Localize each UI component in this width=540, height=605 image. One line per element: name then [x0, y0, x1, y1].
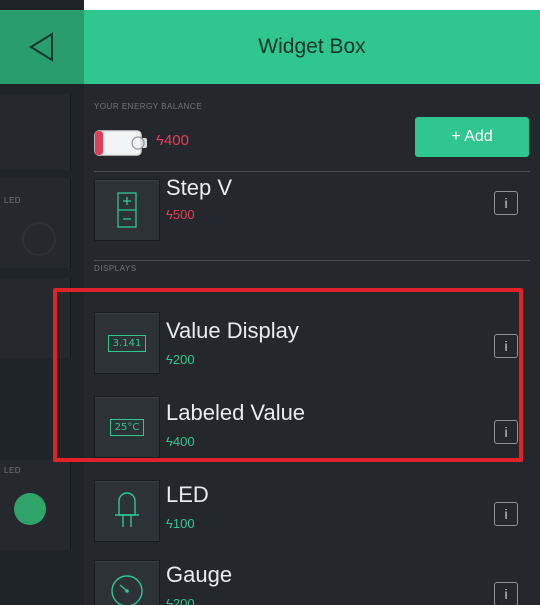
widget-box-screen: LED LED Widget Box YOUR ENERGY BALANCE ϟ… [0, 0, 540, 605]
widget-name: LED [166, 482, 209, 507]
widget-price: ϟ100 [166, 516, 195, 531]
widget-price: ϟ200 [166, 596, 195, 605]
widget-box-header: Widget Box [84, 10, 540, 84]
step-v-icon [117, 192, 137, 228]
background-led-label: LED [4, 466, 22, 475]
battery-icon [94, 130, 147, 156]
background-led-indicator [14, 493, 46, 525]
led-tile [94, 480, 160, 542]
back-arrow-icon [29, 32, 53, 62]
back-button[interactable] [0, 10, 84, 84]
info-button[interactable]: i [494, 582, 518, 605]
widget-row-step-v[interactable]: Step V ϟ500 i [84, 171, 540, 261]
highlight-annotation-box [53, 288, 523, 462]
info-button[interactable]: i [494, 502, 518, 526]
step-v-tile [94, 179, 160, 241]
divider [94, 260, 530, 261]
energy-balance-value: ϟ400 [156, 132, 189, 149]
gauge-tile [94, 560, 160, 605]
add-energy-button[interactable]: + Add [415, 117, 529, 157]
widget-row-gauge[interactable]: Gauge ϟ200 i [84, 550, 540, 605]
page-title: Widget Box [258, 35, 366, 58]
widget-price: ϟ500 [166, 207, 195, 222]
widget-name: Step V [166, 175, 233, 200]
background-ring [22, 222, 56, 256]
background-widget-panel [0, 94, 71, 170]
background-led-label: LED [4, 196, 22, 205]
led-icon [115, 492, 139, 527]
widget-name: Gauge [166, 562, 233, 587]
gauge-icon [111, 575, 143, 605]
info-button[interactable]: i [494, 191, 518, 215]
section-label-displays: DISPLAYS [94, 264, 137, 273]
energy-balance-label: YOUR ENERGY BALANCE [94, 102, 203, 111]
widget-row-led[interactable]: LED ϟ100 i [84, 472, 540, 554]
